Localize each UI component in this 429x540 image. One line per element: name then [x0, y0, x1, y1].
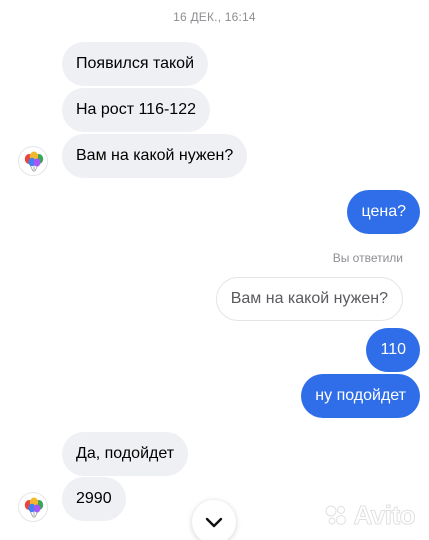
seller-avatar[interactable] — [18, 492, 48, 522]
chevron-down-icon — [205, 517, 223, 528]
outgoing-message[interactable]: 110 — [366, 328, 420, 372]
quoted-message[interactable]: Вам на какой нужен? — [215, 277, 403, 321]
avito-logo-icon — [325, 505, 347, 525]
balloons-icon — [24, 497, 44, 518]
seller-avatar[interactable] — [18, 146, 48, 176]
incoming-message[interactable]: Появился такой — [62, 42, 209, 86]
incoming-message[interactable]: Да, подойдет — [62, 432, 189, 476]
date-separator: 16 ДЕК., 16:14 — [173, 10, 256, 24]
chat-thread: 16 ДЕК., 16:14 Появился такой На рост 11… — [0, 0, 429, 540]
incoming-message[interactable]: Вам на какой нужен? — [62, 134, 248, 178]
incoming-message[interactable]: На рост 116-122 — [62, 88, 210, 132]
reply-label: Вы ответили — [332, 251, 403, 265]
avito-watermark: Avito — [323, 499, 416, 530]
outgoing-message[interactable]: цена? — [347, 190, 420, 234]
incoming-message[interactable]: 2990 — [62, 477, 126, 521]
balloons-icon — [24, 151, 44, 172]
outgoing-message[interactable]: ну подойдет — [301, 374, 420, 418]
watermark-text: Avito — [353, 499, 416, 530]
scroll-down-button[interactable] — [192, 500, 236, 540]
